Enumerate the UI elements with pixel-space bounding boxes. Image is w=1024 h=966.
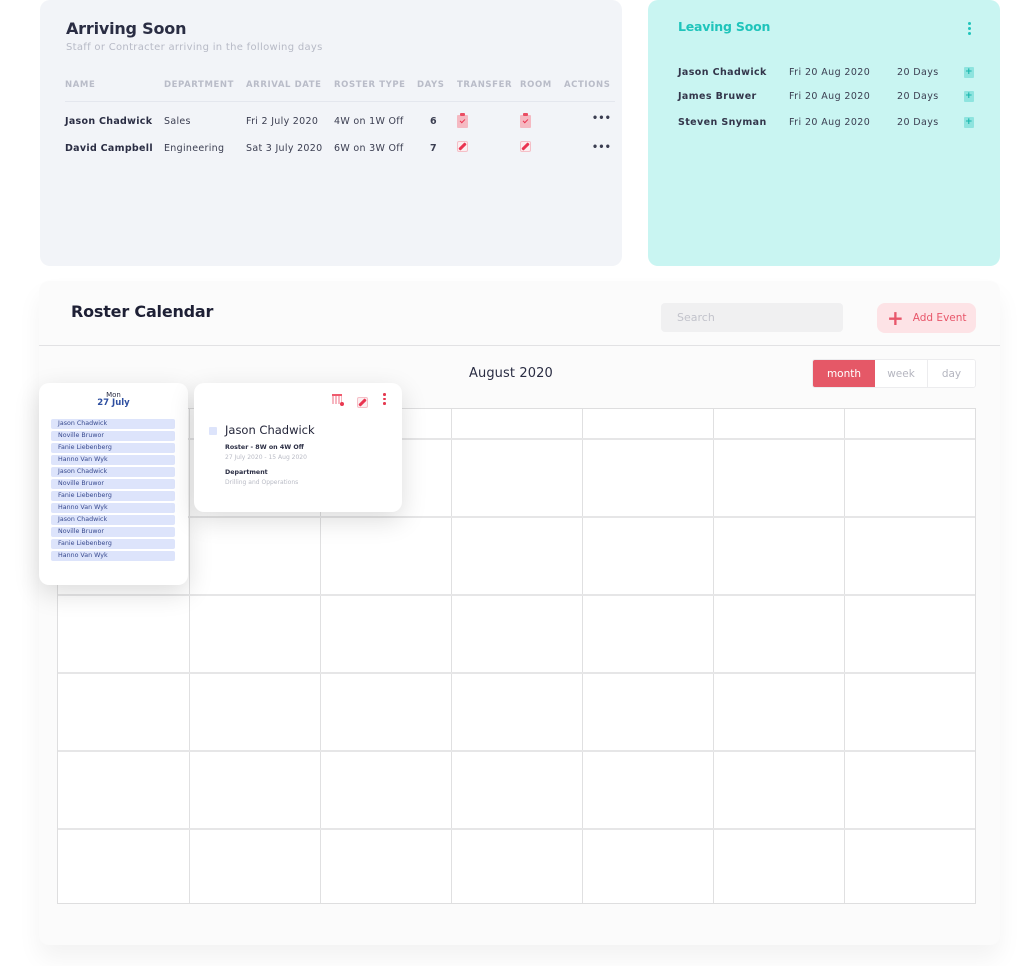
leaving-date: Fri 20 Aug 2020	[789, 67, 871, 78]
add-file-icon[interactable]: +	[964, 117, 974, 128]
add-event-button[interactable]: + Add Event	[877, 303, 976, 333]
column-header-actions: ACTIONS	[564, 80, 611, 90]
leaving-name: Jason Chadwick	[678, 67, 767, 78]
column-header-roster-type[interactable]: ROSTER TYPE	[334, 80, 406, 90]
day-event-item[interactable]: Fanie Liebenberg	[51, 491, 175, 501]
clipboard-check-icon	[520, 113, 531, 128]
grid-divider	[58, 516, 975, 518]
leaving-name: Steven Snyman	[678, 117, 767, 128]
event-popup: Jason Chadwick Roster - 8W on 4W Off 27 …	[194, 383, 402, 512]
table-row[interactable]: Jason Chadwick Sales Fri 2 July 2020 4W …	[65, 113, 615, 143]
day-event-item[interactable]: Noville Bruwor	[51, 431, 175, 441]
leaving-days: 20 Days	[897, 67, 939, 78]
list-item[interactable]: Jason Chadwick Fri 20 Aug 2020 20 Days +	[678, 67, 978, 81]
grid-divider	[58, 672, 975, 674]
day-popup-date: 27 July	[97, 398, 130, 408]
arrival-name: Jason Chadwick	[65, 116, 153, 127]
day-event-item[interactable]: Hanno Van Wyk	[51, 551, 175, 561]
arrival-department: Sales	[164, 116, 191, 127]
day-event-item[interactable]: Fanie Liebenberg	[51, 443, 175, 453]
column-header-days[interactable]: DAYS	[417, 80, 445, 90]
arriving-soon-subtitle: Staff or Contracter arriving in the foll…	[66, 42, 323, 53]
view-week-button[interactable]: week	[875, 360, 928, 387]
table-header: NAME DEPARTMENT ARRIVAL DATE ROSTER TYPE…	[65, 80, 615, 102]
arrival-roster-type: 4W on 1W Off	[334, 116, 404, 127]
grid-divider	[58, 750, 975, 752]
edit-icon	[457, 141, 468, 152]
arriving-table: NAME DEPARTMENT ARRIVAL DATE ROSTER TYPE…	[65, 80, 615, 170]
column-header-arrival-date[interactable]: ARRIVAL DATE	[246, 80, 322, 90]
leaving-date: Fri 20 Aug 2020	[789, 117, 871, 128]
view-day-button[interactable]: day	[928, 360, 975, 387]
edit-event-button[interactable]	[357, 393, 368, 412]
day-event-item[interactable]: Hanno Van Wyk	[51, 455, 175, 465]
leaving-date: Fri 20 Aug 2020	[789, 91, 871, 102]
search-input[interactable]	[661, 303, 843, 332]
row-actions-button[interactable]: •••	[592, 142, 611, 153]
arrival-date: Sat 3 July 2020	[246, 143, 323, 154]
list-item[interactable]: Steven Snyman Fri 20 Aug 2020 20 Days +	[678, 117, 978, 131]
arriving-soon-card: Arriving Soon Staff or Contracter arrivi…	[40, 0, 622, 266]
calendar-remove-icon[interactable]	[332, 394, 344, 406]
arriving-soon-title: Arriving Soon	[66, 19, 187, 38]
kebab-icon[interactable]	[383, 393, 386, 407]
arrival-department: Engineering	[164, 143, 225, 154]
day-event-item[interactable]: Noville Bruwor	[51, 527, 175, 537]
column-header-room[interactable]: ROOM	[520, 80, 552, 90]
transfer-button[interactable]	[457, 113, 468, 131]
column-header-transfer[interactable]: TRANSFER	[457, 80, 512, 90]
arrival-name: David Campbell	[65, 143, 153, 154]
roster-calendar-card: Roster Calendar + Add Event August 2020 …	[39, 281, 1000, 945]
row-actions-button[interactable]: •••	[592, 113, 611, 124]
day-event-item[interactable]: Fanie Liebenberg	[51, 539, 175, 549]
view-toggle: month week day	[812, 359, 976, 388]
transfer-button[interactable]	[457, 141, 468, 155]
leaving-soon-card: Leaving Soon Jason Chadwick Fri 20 Aug 2…	[648, 0, 1000, 266]
day-event-item[interactable]: Noville Bruwor	[51, 479, 175, 489]
arrival-days: 7	[430, 143, 437, 154]
month-title: August 2020	[469, 366, 553, 381]
event-color-swatch	[209, 427, 217, 435]
day-event-item[interactable]: Jason Chadwick	[51, 419, 175, 429]
edit-icon	[520, 141, 531, 152]
list-item[interactable]: James Bruwer Fri 20 Aug 2020 20 Days +	[678, 91, 978, 105]
add-file-icon[interactable]: +	[964, 67, 974, 78]
column-header-name[interactable]: NAME	[65, 80, 95, 90]
clipboard-check-icon	[457, 113, 468, 128]
arrival-roster-type: 6W on 3W Off	[334, 143, 404, 154]
room-button[interactable]	[520, 113, 531, 131]
column-header-department[interactable]: DEPARTMENT	[164, 80, 234, 90]
edit-icon	[357, 397, 368, 408]
day-event-item[interactable]: Jason Chadwick	[51, 467, 175, 477]
event-person-name: Jason Chadwick	[225, 423, 315, 437]
header-divider	[39, 345, 1000, 346]
day-event-item[interactable]: Jason Chadwick	[51, 515, 175, 525]
leaving-days: 20 Days	[897, 91, 939, 102]
table-row[interactable]: David Campbell Engineering Sat 3 July 20…	[65, 141, 615, 170]
day-event-item[interactable]: Hanno Van Wyk	[51, 503, 175, 513]
kebab-icon[interactable]	[968, 22, 972, 36]
day-event-list: Jason Chadwick Noville Bruwor Fanie Lieb…	[51, 419, 175, 563]
leaving-days: 20 Days	[897, 117, 939, 128]
add-file-icon[interactable]: +	[964, 91, 974, 102]
room-button[interactable]	[520, 141, 531, 155]
grid-divider	[58, 594, 975, 596]
arrival-days: 6	[430, 116, 437, 127]
event-department-value: Drilling and Opperations	[225, 479, 299, 486]
leaving-name: James Bruwer	[678, 91, 757, 102]
plus-icon: +	[887, 306, 904, 330]
arrival-date: Fri 2 July 2020	[246, 116, 319, 127]
event-roster: Roster - 8W on 4W Off	[225, 444, 304, 451]
event-date-range: 27 July 2020 - 15 Aug 2020	[225, 454, 307, 461]
roster-calendar-title: Roster Calendar	[71, 302, 214, 321]
leaving-soon-title: Leaving Soon	[678, 19, 771, 34]
add-event-label: Add Event	[912, 312, 967, 324]
view-month-button[interactable]: month	[813, 360, 875, 387]
grid-divider	[58, 828, 975, 830]
day-popup: Mon 27 July Jason Chadwick Noville Bruwo…	[39, 383, 188, 585]
event-department-label: Department	[225, 469, 268, 476]
